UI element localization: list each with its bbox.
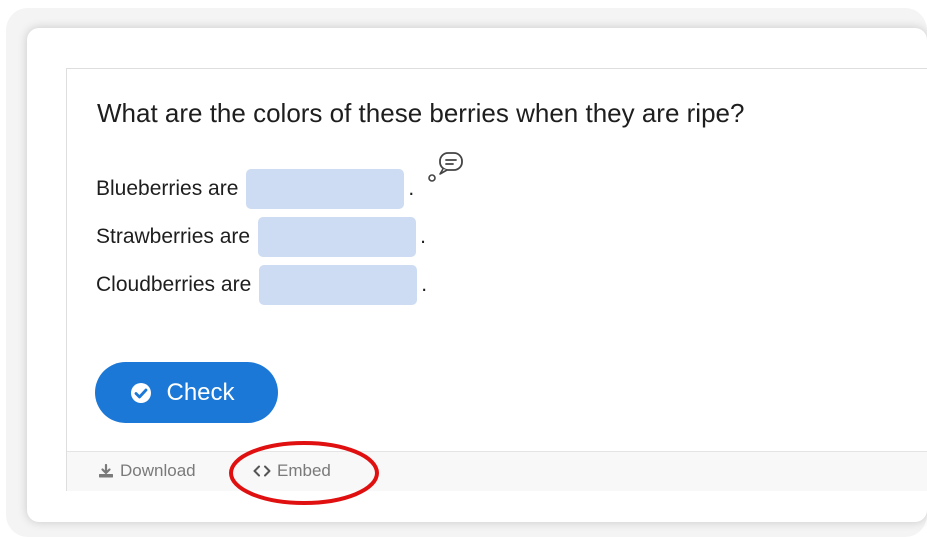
blank-row-cloudberries: Cloudberries are . bbox=[96, 265, 427, 305]
blank-row-strawberries: Strawberries are . bbox=[96, 217, 426, 257]
cloudberries-answer-input[interactable] bbox=[259, 265, 418, 305]
check-circle-icon bbox=[131, 382, 152, 403]
check-button-label: Check bbox=[166, 378, 235, 406]
embed-label: Embed bbox=[277, 461, 331, 480]
question-text: What are the colors of these berries whe… bbox=[97, 98, 745, 128]
blank-label: Blueberries are bbox=[96, 177, 239, 200]
download-link[interactable]: Download bbox=[98, 461, 196, 481]
blank-label: Cloudberries are bbox=[96, 273, 252, 296]
download-label: Download bbox=[120, 461, 196, 480]
blueberries-answer-input[interactable] bbox=[246, 169, 405, 209]
blank-period: . bbox=[421, 273, 428, 296]
download-icon bbox=[98, 464, 114, 478]
blank-period: . bbox=[420, 225, 426, 248]
embed-link[interactable]: Embed bbox=[253, 461, 331, 481]
blank-period: . bbox=[408, 177, 415, 200]
blank-row-blueberries: Blueberries are . bbox=[96, 169, 414, 209]
check-button[interactable]: Check bbox=[95, 362, 278, 423]
strawberries-answer-input[interactable] bbox=[258, 217, 417, 257]
blank-label: Strawberries are bbox=[96, 225, 251, 248]
footer-bar: Download Embed bbox=[67, 451, 927, 491]
speech-bubble-icon[interactable] bbox=[428, 150, 466, 186]
code-brackets-icon bbox=[253, 465, 271, 477]
